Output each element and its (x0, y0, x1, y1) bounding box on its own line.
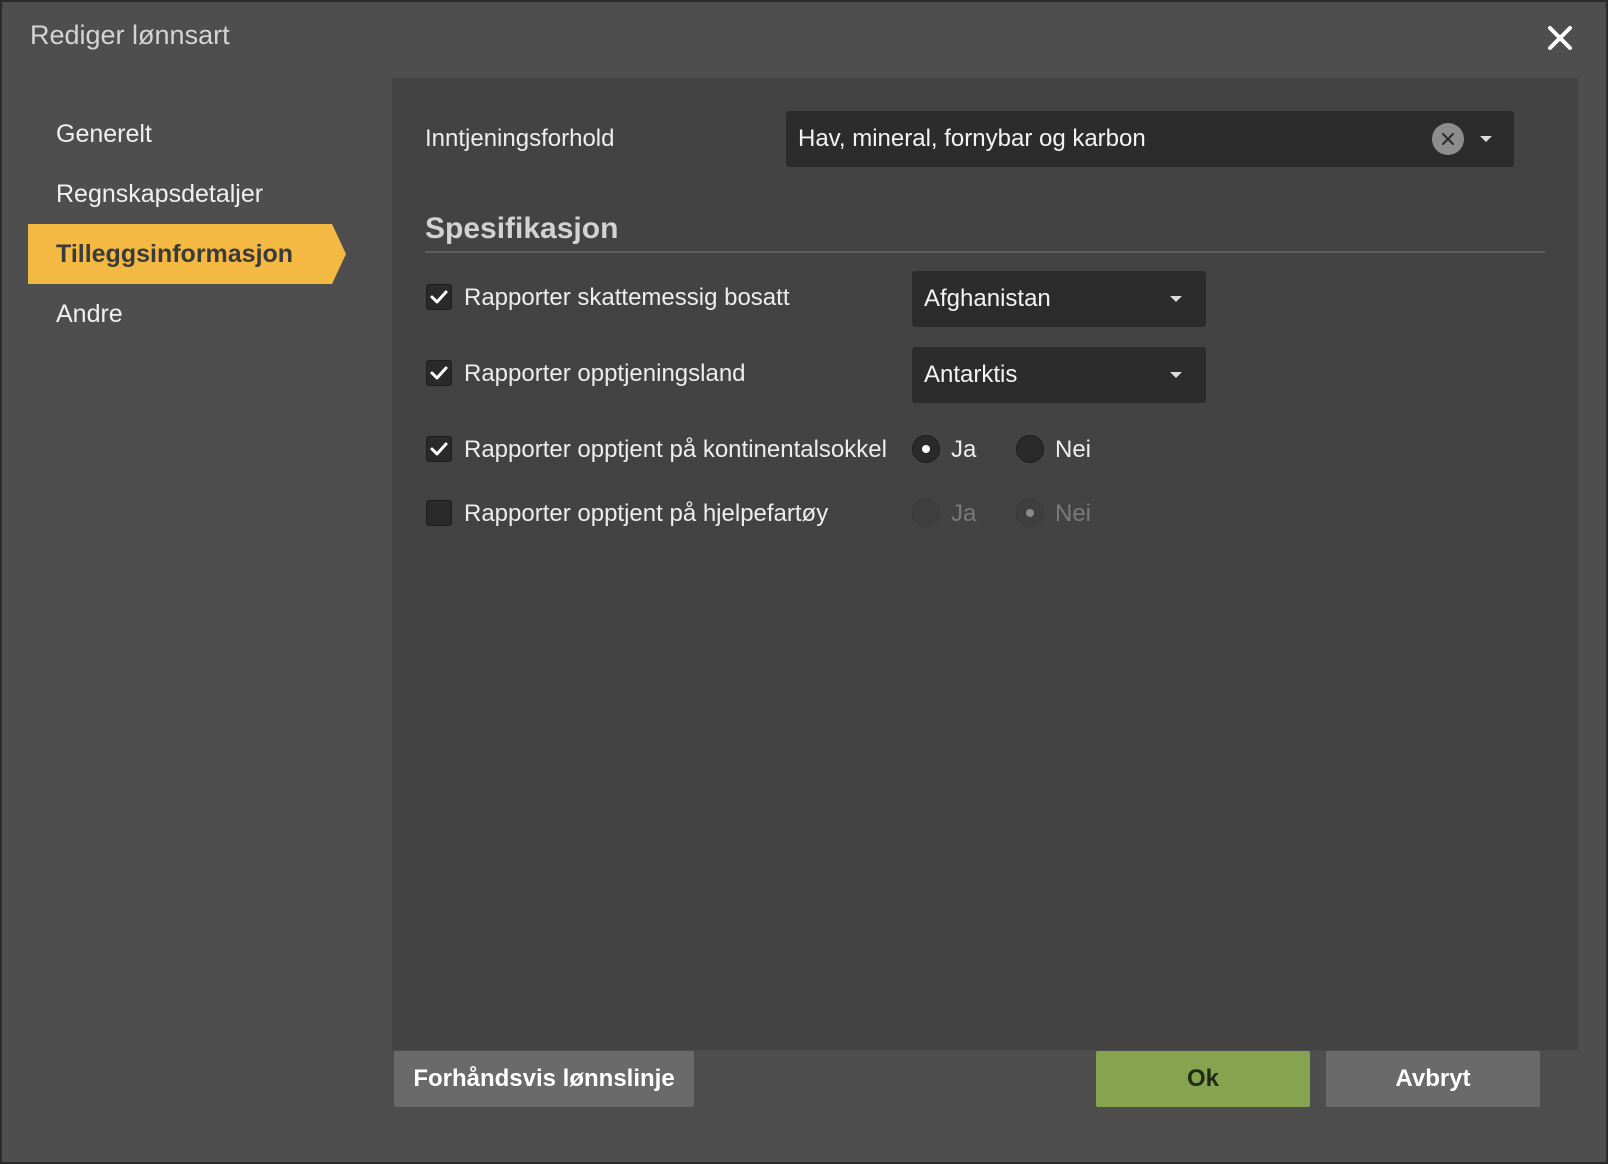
checkbox-skattemessig-bosatt[interactable] (426, 284, 452, 310)
checkbox-hjelpefartoy[interactable] (426, 500, 452, 526)
close-button[interactable] (1542, 20, 1578, 56)
radio-label-nei: Nei (1055, 500, 1092, 527)
clear-button[interactable] (1432, 123, 1464, 155)
checkbox-label: Rapporter skattemessig bosatt (464, 284, 790, 311)
select-value: Antarktis (924, 361, 1018, 388)
checkbox-label: Rapporter opptjent på hjelpefartøy (464, 500, 829, 527)
sidebar-item-generelt[interactable]: Generelt (28, 104, 368, 164)
earning-relation-value: Hav, mineral, fornybar og karbon (798, 125, 1146, 152)
sidebar-item-tilleggsinformasjon[interactable]: Tilleggsinformasjon (28, 224, 346, 284)
checkbox-opptjeningsland[interactable] (426, 360, 452, 386)
section-divider (425, 251, 1545, 253)
radio-label-nei: Nei (1055, 436, 1092, 463)
radio-hjelpefartoy-ja (912, 499, 940, 527)
radio-hjelpefartoy-nei (1016, 499, 1044, 527)
earning-relation-select[interactable]: Hav, mineral, fornybar og karbon (786, 111, 1514, 167)
radio-label-ja: Ja (951, 500, 977, 527)
checkbox-kontinentalsokkel[interactable] (426, 436, 452, 462)
ok-button[interactable]: Ok (1096, 1051, 1310, 1107)
chevron-down-icon (1170, 296, 1182, 302)
country-select-opptjening[interactable]: Antarktis (912, 347, 1206, 403)
radio-kontinentalsokkel-nei[interactable] (1016, 435, 1044, 463)
dialog-title: Rediger lønnsart (30, 20, 230, 50)
chevron-down-icon[interactable] (1480, 136, 1492, 142)
cancel-button[interactable]: Avbryt (1326, 1051, 1540, 1107)
active-arrow-indicator (332, 224, 346, 284)
close-icon (1548, 26, 1572, 50)
checkmark-icon (430, 366, 448, 380)
checkbox-label: Rapporter opptjeningsland (464, 360, 746, 387)
radio-label-ja: Ja (951, 436, 977, 463)
checkmark-icon (430, 290, 448, 304)
sidebar-item-label: Generelt (56, 120, 152, 148)
sidebar-item-label: Andre (56, 300, 123, 328)
preview-wage-line-button[interactable]: Forhåndsvis lønnslinje (394, 1051, 694, 1107)
sidebar-item-label: Regnskapsdetaljer (56, 180, 264, 208)
sidebar-item-regnskapsdetaljer[interactable]: Regnskapsdetaljer (28, 164, 368, 224)
radio-selected-dot (1026, 509, 1034, 517)
earning-relation-label: Inntjeningsforhold (425, 125, 615, 152)
clear-icon (1442, 133, 1454, 145)
checkmark-icon (430, 442, 448, 456)
checkbox-label: Rapporter opptjent på kontinentalsokkel (464, 436, 887, 463)
radio-selected-dot (922, 445, 930, 453)
section-title: Spesifikasjon (425, 212, 619, 245)
radio-kontinentalsokkel-ja[interactable] (912, 435, 940, 463)
sidebar-nav: Generelt Regnskapsdetaljer Tilleggsinfor… (28, 104, 368, 344)
edit-wage-type-dialog: Rediger lønnsart Generelt Regnskapsdetal… (2, 2, 1606, 1162)
sidebar-item-label: Tilleggsinformasjon (56, 240, 294, 268)
sidebar-item-andre[interactable]: Andre (28, 284, 368, 344)
select-value: Afghanistan (924, 285, 1051, 312)
country-select-bosatt[interactable]: Afghanistan (912, 271, 1206, 327)
chevron-down-icon (1170, 372, 1182, 378)
content-panel: Inntjeningsforhold Hav, mineral, fornyba… (392, 78, 1578, 1050)
